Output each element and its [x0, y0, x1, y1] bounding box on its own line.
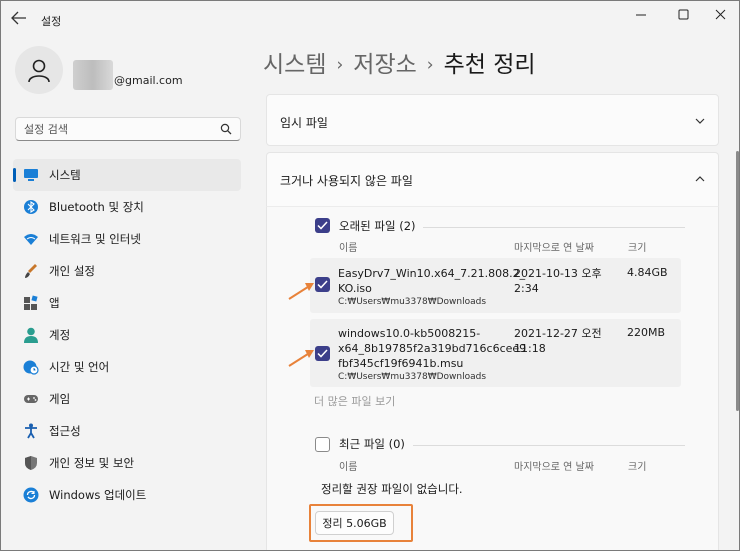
- file-size: 4.84GB: [627, 266, 668, 279]
- annotation-arrow-icon: [288, 350, 314, 367]
- sidebar-item-network[interactable]: 네트워크 및 인터넷: [13, 223, 241, 255]
- sidebar-item-accessibility[interactable]: 접근성: [13, 415, 241, 447]
- column-header-modified: 마지막으로 연 날짜: [514, 243, 594, 254]
- sidebar-item-label: 시간 및 언어: [49, 360, 110, 374]
- bluetooth-icon: [23, 199, 39, 215]
- sidebar-item-label: 시스템: [49, 168, 81, 182]
- sidebar-item-personalization[interactable]: 개인 설정: [13, 255, 241, 287]
- sidebar-item-system[interactable]: 시스템: [13, 159, 241, 191]
- annotation-arrow-icon: [288, 283, 314, 300]
- update-icon: [23, 487, 39, 503]
- breadcrumb-system[interactable]: 시스템: [263, 52, 326, 78]
- section-title: 임시 파일: [280, 116, 328, 130]
- column-header-size: 크기: [628, 243, 647, 254]
- sidebar-item-label: Windows 업데이트: [49, 488, 147, 502]
- back-arrow-icon[interactable]: [11, 11, 31, 29]
- checkmark-icon: [317, 280, 328, 289]
- scrollbar[interactable]: [736, 151, 739, 411]
- user-icon: [28, 59, 50, 83]
- sidebar-nav: 시스템 Bluetooth 및 장치 네트워크 및 인터넷 개인 설정 앱 계정…: [13, 159, 241, 511]
- recent-files-label: 최근 파일 (0): [339, 437, 405, 451]
- empty-message: 정리할 권장 파일이 없습니다.: [321, 482, 463, 496]
- system-icon: [23, 167, 39, 183]
- sidebar-item-apps[interactable]: 앱: [13, 287, 241, 319]
- search-icon: [220, 123, 232, 135]
- file-checkbox[interactable]: [315, 346, 330, 361]
- avatar[interactable]: [15, 46, 63, 94]
- account-email: @gmail.com: [114, 74, 183, 87]
- clean-button[interactable]: 정리 5.06GB: [315, 511, 394, 535]
- shield-icon: [23, 455, 39, 471]
- checkmark-icon: [317, 221, 328, 230]
- account-icon: [23, 327, 39, 343]
- sidebar-item-label: 개인 설정: [49, 264, 95, 278]
- chevron-up-icon[interactable]: [694, 173, 706, 185]
- app-title: 설정: [41, 15, 62, 28]
- search-input[interactable]: [24, 121, 214, 137]
- divider: [413, 445, 685, 446]
- email-redacted: [73, 60, 113, 90]
- sidebar-item-accounts[interactable]: 계정: [13, 319, 241, 351]
- large-unused-files-header[interactable]: 크거나 사용되지 않은 파일: [266, 152, 719, 206]
- file-name: windows10.0-kb5008215-: [338, 327, 481, 340]
- sidebar-item-time-language[interactable]: 시간 및 언어: [13, 351, 241, 383]
- sidebar-item-bluetooth[interactable]: Bluetooth 및 장치: [13, 191, 241, 223]
- file-name: x64_8b19785f2a319bd716c6cee9: [338, 342, 527, 355]
- recent-files-checkbox[interactable]: [315, 437, 330, 452]
- show-more-files-link[interactable]: 더 많은 파일 보기: [314, 393, 395, 409]
- file-checkbox[interactable]: [315, 277, 330, 292]
- sidebar-item-privacy[interactable]: 개인 정보 및 보안: [13, 447, 241, 479]
- file-name: KO.iso: [338, 282, 372, 295]
- file-date: 2:34: [514, 282, 539, 295]
- clock-globe-icon: [23, 359, 39, 375]
- close-icon[interactable]: [711, 7, 733, 25]
- file-date: 11:18: [514, 342, 546, 355]
- column-header-size: 크기: [628, 462, 647, 473]
- temp-files-section[interactable]: 임시 파일: [266, 94, 719, 146]
- search-box[interactable]: [15, 117, 241, 141]
- file-name: EasyDrv7_Win10.x64_7.21.808.2_: [338, 267, 526, 280]
- sidebar-item-label: 게임: [49, 392, 71, 406]
- old-files-label: 오래된 파일 (2): [339, 219, 416, 233]
- column-header-name: 이름: [339, 243, 358, 254]
- file-date: 2021-12-27 오전: [514, 327, 602, 340]
- sidebar-item-label: 접근성: [49, 424, 81, 438]
- column-header-name: 이름: [339, 462, 358, 473]
- gamepad-icon: [23, 391, 39, 407]
- minimize-icon[interactable]: [631, 7, 653, 25]
- file-path: C:₩Users₩mu3378₩Downloads: [338, 297, 487, 307]
- file-name: fbf345cf19f6941b.msu: [338, 357, 464, 370]
- sidebar-item-label: Bluetooth 및 장치: [49, 200, 144, 214]
- apps-icon: [23, 295, 39, 311]
- title-bar: 설정: [1, 1, 739, 37]
- section-title: 크거나 사용되지 않은 파일: [280, 174, 413, 188]
- column-header-modified: 마지막으로 연 날짜: [514, 462, 594, 473]
- sidebar-item-gaming[interactable]: 게임: [13, 383, 241, 415]
- brush-icon: [23, 263, 39, 279]
- maximize-icon[interactable]: [673, 7, 695, 25]
- sidebar-item-label: 개인 정보 및 보안: [49, 456, 135, 470]
- file-path: C:₩Users₩mu3378₩Downloads: [338, 372, 487, 382]
- sidebar-item-label: 앱: [49, 296, 60, 310]
- old-files-checkbox[interactable]: [315, 218, 330, 233]
- wifi-icon: [23, 231, 39, 247]
- file-date: 2021-10-13 오후: [514, 267, 602, 280]
- settings-window: 설정 @gmail.com 시스템: [0, 0, 740, 551]
- breadcrumb-separator: ›: [426, 55, 434, 75]
- page-title: 추천 정리: [443, 52, 536, 78]
- sidebar-item-label: 계정: [49, 328, 71, 342]
- divider: [423, 227, 685, 228]
- accessibility-icon: [23, 423, 39, 439]
- file-size: 220MB: [627, 326, 666, 339]
- breadcrumb-storage[interactable]: 저장소: [353, 52, 416, 78]
- sidebar-item-windows-update[interactable]: Windows 업데이트: [13, 479, 241, 511]
- chevron-down-icon[interactable]: [694, 115, 706, 127]
- breadcrumb: 시스템 › 저장소 › 추천 정리: [263, 45, 536, 79]
- sidebar-item-label: 네트워크 및 인터넷: [49, 232, 141, 246]
- breadcrumb-separator: ›: [336, 55, 344, 75]
- checkmark-icon: [317, 349, 328, 358]
